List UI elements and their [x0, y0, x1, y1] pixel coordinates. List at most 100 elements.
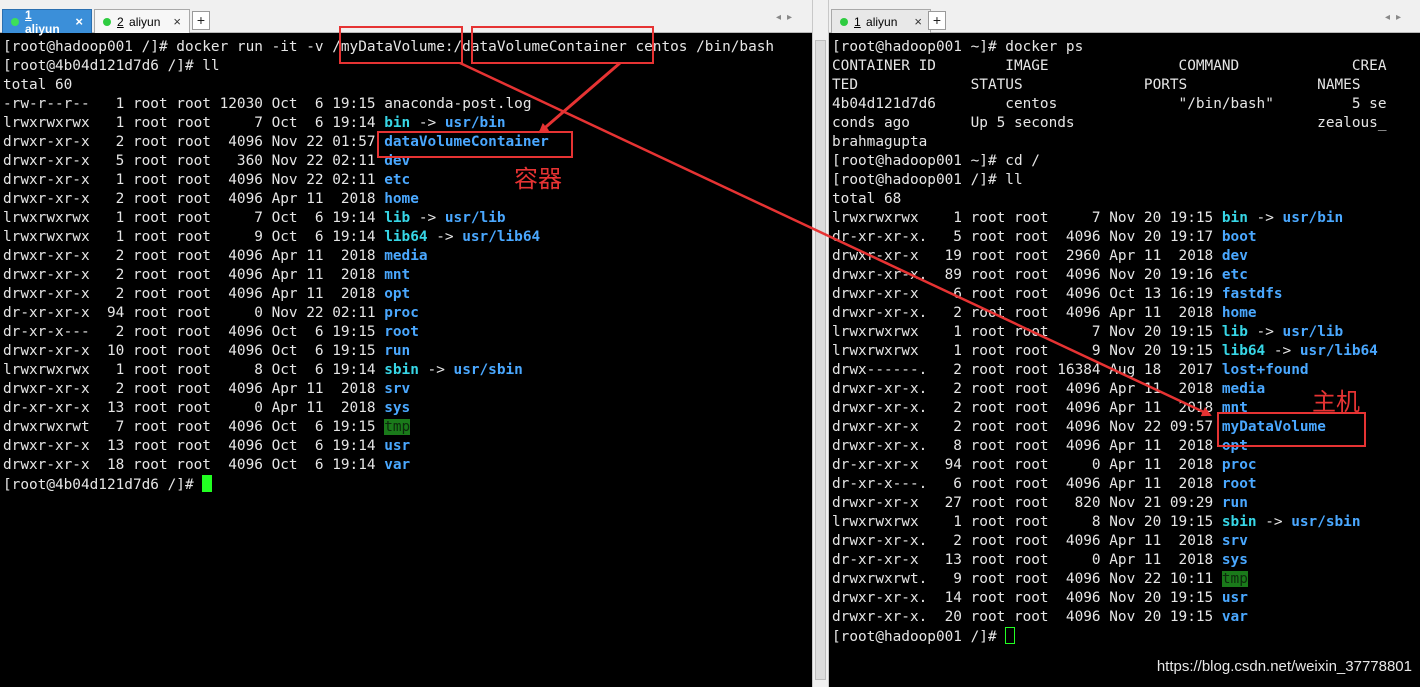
- link-target: usr/lib64: [1299, 343, 1378, 359]
- terminal-line: drwxr-xr-x 6 root root 4096 Oct 13 16:19…: [832, 285, 1387, 304]
- line-text: [root@4b04d121d7d6 /]#: [3, 477, 203, 493]
- terminal-line: brahmagupta: [832, 133, 1387, 152]
- entry-meta: dr-xr-x---. 6 root root 4096 Apr 11 2018: [832, 476, 1222, 492]
- line-text: [root@hadoop001 /]#: [832, 629, 1006, 645]
- entry-meta: dr-xr-x--- 2 root root 4096 Oct 6 19:15: [3, 324, 385, 340]
- entry-name: etc: [384, 172, 411, 188]
- entry-name: root: [1221, 476, 1257, 492]
- entry-name: fastdfs: [1221, 286, 1283, 302]
- line-text: TED STATUS PORTS NAMES: [832, 77, 1361, 93]
- entry-meta: drwxr-xr-x 13 root root 4096 Oct 6 19:14: [3, 438, 385, 454]
- entry-name: usr: [384, 438, 411, 454]
- terminal-line: drwxr-xr-x. 20 root root 4096 Nov 20 19:…: [832, 608, 1387, 627]
- line-text: conds ago Up 5 seconds zealous_: [832, 115, 1387, 131]
- tab-bar-left: 1 aliyun × 2 aliyun × + ◂▸: [0, 0, 812, 36]
- entry-name: bin: [1221, 210, 1248, 226]
- entry-meta: dr-xr-xr-x. 5 root root 4096 Nov 20 19:1…: [832, 229, 1222, 245]
- close-icon[interactable]: ×: [75, 14, 83, 29]
- entry-meta: drwxr-xr-x. 2 root root 4096 Apr 11 2018: [832, 381, 1222, 397]
- link-target: usr/lib: [444, 210, 506, 226]
- tab-aliyun-1[interactable]: 1 aliyun ×: [2, 8, 92, 36]
- close-icon[interactable]: ×: [173, 14, 181, 29]
- terminal-line: -rw-r--r-- 1 root root 12030 Oct 6 19:15…: [3, 95, 774, 114]
- link-arrow: ->: [427, 229, 463, 245]
- entry-name: lib64: [384, 229, 428, 245]
- terminal-line: drwxr-xr-x 2 root root 4096 Apr 11 2018 …: [3, 285, 774, 304]
- terminal-line: drwxr-xr-x 5 root root 360 Nov 22 02:11 …: [3, 152, 774, 171]
- terminal-line: drwxr-xr-x. 2 root root 4096 Apr 11 2018…: [832, 399, 1387, 418]
- entry-name: home: [1221, 305, 1257, 321]
- entry-meta: drwxr-xr-x 18 root root 4096 Oct 6 19:14: [3, 457, 385, 473]
- scrollbar-thumb[interactable]: [815, 40, 826, 680]
- terminal-pane-right[interactable]: 1 aliyun × + ◂▸ [root@hadoop001 ~]# dock…: [829, 0, 1420, 687]
- entry-meta: drwxr-xr-x 19 root root 2960 Apr 11 2018: [832, 248, 1222, 264]
- tab-aliyun-1-right[interactable]: 1 aliyun ×: [831, 9, 931, 33]
- entry-meta: drwxr-xr-x 2 root root 4096 Nov 22 01:57: [3, 134, 385, 150]
- entry-meta: lrwxrwxrwx 1 root root 7 Oct 6 19:14: [3, 210, 385, 226]
- entry-meta: dr-xr-xr-x 13 root root 0 Apr 11 2018: [832, 552, 1222, 568]
- entry-meta: drwxr-xr-x. 89 root root 4096 Nov 20 19:…: [832, 267, 1222, 283]
- entry-name: dev: [1221, 248, 1248, 264]
- entry-meta: lrwxrwxrwx 1 root root 9 Oct 6 19:14: [3, 229, 385, 245]
- terminal-line: [root@hadoop001 /]#: [832, 627, 1387, 646]
- entry-name: anaconda-post.log: [384, 96, 532, 112]
- link-target: usr/sbin: [1291, 514, 1361, 530]
- terminal-output-left[interactable]: [root@hadoop001 /]# docker run -it -v /m…: [3, 38, 774, 494]
- entry-meta: drwxr-xr-x 10 root root 4096 Oct 6 19:15: [3, 343, 385, 359]
- entry-name: proc: [1221, 457, 1257, 473]
- terminal-line: [root@4b04d121d7d6 /]#: [3, 475, 774, 494]
- entry-name: usr: [1221, 590, 1248, 606]
- entry-name: opt: [384, 286, 411, 302]
- terminal-pane-left[interactable]: 1 aliyun × 2 aliyun × + ◂▸ [root@hadoop0…: [0, 0, 812, 687]
- entry-name: lib: [1221, 324, 1248, 340]
- pane-scrollbar[interactable]: [812, 0, 829, 687]
- terminal-line: lrwxrwxrwx 1 root root 7 Oct 6 19:14 bin…: [3, 114, 774, 133]
- add-tab-button[interactable]: +: [192, 11, 210, 30]
- terminal-line: [root@hadoop001 ~]# docker ps: [832, 38, 1387, 57]
- terminal-line: drwxr-xr-x 2 root root 4096 Apr 11 2018 …: [3, 247, 774, 266]
- entry-meta: lrwxrwxrwx 1 root root 7 Oct 6 19:14: [3, 115, 385, 131]
- link-arrow: ->: [418, 362, 454, 378]
- entry-name: root: [384, 324, 419, 340]
- terminal-line: lrwxrwxrwx 1 root root 9 Nov 20 19:15 li…: [832, 342, 1387, 361]
- terminal-line: dr-xr-xr-x. 5 root root 4096 Nov 20 19:1…: [832, 228, 1387, 247]
- close-icon[interactable]: ×: [914, 14, 922, 29]
- terminal-line: [root@4b04d121d7d6 /]# ll: [3, 57, 774, 76]
- entry-name: tmp: [384, 419, 411, 435]
- terminal-line: CONTAINER ID IMAGE COMMAND CREA: [832, 57, 1387, 76]
- entry-meta: dr-xr-xr-x 94 root root 0 Apr 11 2018: [832, 457, 1222, 473]
- terminal-line: drwxr-xr-x 2 root root 4096 Nov 22 09:57…: [832, 418, 1387, 437]
- terminal-line: total 68: [832, 190, 1387, 209]
- terminal-line: dr-xr-xr-x 13 root root 0 Apr 11 2018 sy…: [832, 551, 1387, 570]
- entry-name: bin: [384, 115, 411, 131]
- terminal-output-right[interactable]: [root@hadoop001 ~]# docker ps CONTAINER I…: [832, 38, 1387, 646]
- terminal-line: drwxr-xr-x 2 root root 4096 Apr 11 2018 …: [3, 266, 774, 285]
- entry-meta: dr-xr-xr-x 13 root root 0 Apr 11 2018: [3, 400, 385, 416]
- entry-name: srv: [384, 381, 411, 397]
- tab-scroll-arrows-icon[interactable]: ◂▸: [1385, 12, 1407, 23]
- entry-name: dataVolumeContainer: [384, 134, 549, 150]
- tab-aliyun-2[interactable]: 2 aliyun ×: [94, 9, 190, 33]
- entry-meta: drwxr-xr-x 2 root root 4096 Apr 11 2018: [3, 267, 385, 283]
- entry-name: mnt: [1221, 400, 1248, 416]
- entry-meta: drwxr-xr-x 27 root root 820 Nov 21 09:29: [832, 495, 1222, 511]
- tab-bar-right: 1 aliyun × + ◂▸: [829, 0, 1420, 33]
- line-text: brahmagupta: [832, 134, 928, 150]
- entry-name: myDataVolume: [1221, 419, 1326, 435]
- line-text: [root@hadoop001 /]# docker run -it -v /m…: [3, 39, 775, 55]
- terminal-line: drwxr-xr-x. 2 root root 4096 Apr 11 2018…: [832, 532, 1387, 551]
- terminal-cursor: [202, 475, 213, 492]
- add-tab-button-right[interactable]: +: [928, 11, 946, 30]
- entry-meta: lrwxrwxrwx 1 root root 7 Nov 20 19:15: [832, 324, 1222, 340]
- terminal-line: lrwxrwxrwx 1 root root 7 Nov 20 19:15 li…: [832, 323, 1387, 342]
- entry-name: sbin: [384, 362, 419, 378]
- tab-scroll-arrows-icon[interactable]: ◂▸: [776, 12, 798, 23]
- entry-name: sys: [384, 400, 411, 416]
- terminal-line: drwxr-xr-x. 2 root root 4096 Apr 11 2018…: [832, 380, 1387, 399]
- link-arrow: ->: [1247, 210, 1283, 226]
- link-target: usr/lib64: [462, 229, 541, 245]
- terminal-line: drwxr-xr-x 10 root root 4096 Oct 6 19:15…: [3, 342, 774, 361]
- link-target: usr/bin: [444, 115, 506, 131]
- link-arrow: ->: [410, 115, 445, 131]
- watermark: https://blog.csdn.net/weixin_37778801: [1156, 658, 1412, 675]
